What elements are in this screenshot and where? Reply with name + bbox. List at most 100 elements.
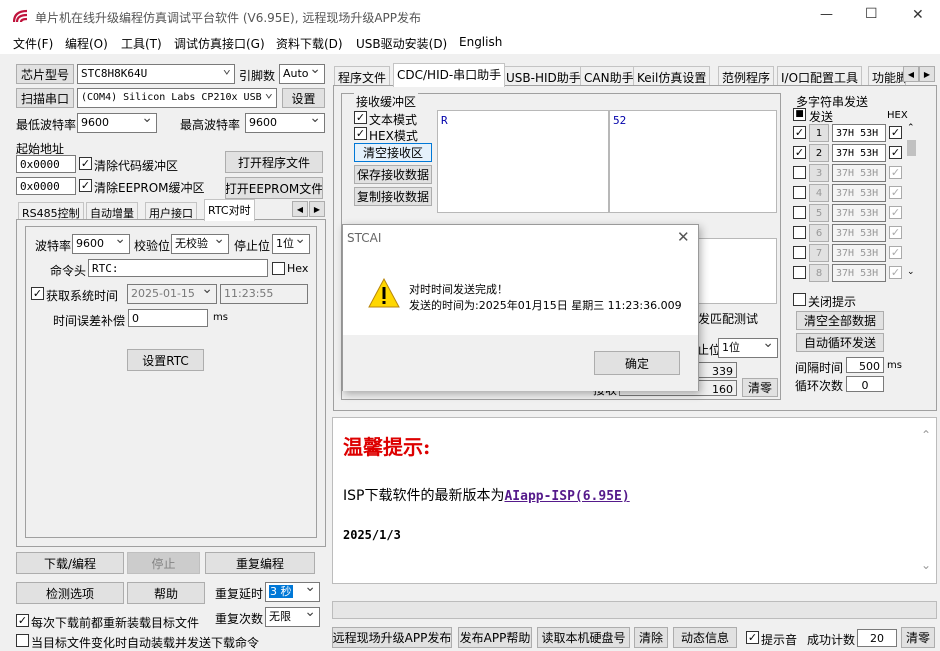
send-row-input[interactable]: 37H 53H <box>832 264 886 282</box>
send-row-hex-checkbox[interactable]: ✓ <box>889 226 902 239</box>
chip-type-button[interactable]: 芯片型号 <box>16 64 74 84</box>
detect-options-button[interactable]: 检测选项 <box>16 582 124 604</box>
multi-send-scrollbar[interactable]: ⌃ ⌄ <box>905 122 918 282</box>
send-row-input[interactable]: 37H 53H <box>832 184 886 202</box>
tab-cdc-hid-serial[interactable]: CDC/HID-串口助手 <box>393 63 506 87</box>
right-tab-scroll-left-icon[interactable]: ◀ <box>903 66 919 82</box>
send-row-input[interactable]: 37H 53H <box>832 204 886 222</box>
send-row-hex-checkbox[interactable]: ✓ <box>889 146 902 159</box>
scroll-down-icon[interactable]: ⌄ <box>907 267 915 277</box>
time-compensation-input[interactable]: 0 <box>128 309 208 327</box>
send-row-checkbox[interactable]: ✓ <box>793 146 806 159</box>
stop-bit-select[interactable]: 1位 <box>718 338 778 358</box>
close-tip-checkbox[interactable] <box>793 293 806 306</box>
repeat-program-button[interactable]: 重复编程 <box>205 552 315 574</box>
settings-button[interactable]: 设置 <box>282 88 325 108</box>
send-row-checkbox[interactable] <box>793 246 806 259</box>
send-row-input[interactable]: 37H 53H <box>832 164 886 182</box>
rtc-parity-select[interactable]: 无校验 <box>171 234 229 254</box>
send-row-button[interactable]: 2 <box>809 144 829 162</box>
max-baud-select[interactable]: 9600 <box>245 113 325 133</box>
menu-english[interactable]: English <box>459 35 502 49</box>
notice-scroll-down-icon[interactable]: ⌄ <box>921 558 931 572</box>
menu-download[interactable]: 资料下载(D) <box>276 35 343 52</box>
send-row-button[interactable]: 4 <box>809 184 829 202</box>
auto-loop-send-button[interactable]: 自动循环发送 <box>796 333 884 352</box>
send-row-button[interactable]: 7 <box>809 244 829 262</box>
tab-scroll-left-icon[interactable]: ◀ <box>292 201 308 217</box>
send-row-hex-checkbox[interactable]: ✓ <box>889 126 902 139</box>
dynamic-info-button[interactable]: 动态信息 <box>673 627 737 648</box>
clear-all-data-button[interactable]: 清空全部数据 <box>796 311 884 330</box>
code-address-input[interactable]: 0x0000 <box>16 155 76 173</box>
clear-eeprom-checkbox[interactable]: ✓ <box>79 179 92 192</box>
right-tab-scroll-right-icon[interactable]: ▶ <box>919 66 935 82</box>
reload-target-checkbox[interactable]: ✓ <box>16 614 29 627</box>
recv-text-area[interactable]: R <box>437 110 609 213</box>
send-row-input[interactable]: 37H 53H <box>832 244 886 262</box>
read-disk-button[interactable]: 读取本机硬盘号 <box>537 627 630 648</box>
send-row-button[interactable]: 6 <box>809 224 829 242</box>
send-row-checkbox[interactable] <box>793 166 806 179</box>
min-baud-select[interactable]: 9600 <box>77 113 157 133</box>
eeprom-address-input[interactable]: 0x0000 <box>16 177 76 195</box>
rtc-stop-select[interactable]: 1位 <box>272 234 310 254</box>
help-button[interactable]: 帮助 <box>127 582 205 604</box>
stop-button[interactable]: 停止 <box>127 552 200 574</box>
close-button[interactable]: ✕ <box>912 7 924 23</box>
send-row-button[interactable]: 8 <box>809 264 829 282</box>
notice-scrollbar[interactable]: ⌃ ⌄ <box>918 418 936 583</box>
maximize-button[interactable]: ☐ <box>865 6 878 22</box>
open-eeprom-button[interactable]: 打开EEPROM文件 <box>225 177 323 199</box>
auto-load-checkbox[interactable] <box>16 634 29 647</box>
download-program-button[interactable]: 下载/编程 <box>16 552 124 574</box>
send-row-checkbox[interactable] <box>793 226 806 239</box>
send-row-checkbox[interactable] <box>793 206 806 219</box>
port-select[interactable]: (COM4) Silicon Labs CP210x USB <box>77 88 277 108</box>
text-mode-checkbox[interactable]: ✓ <box>354 111 367 124</box>
menu-tools[interactable]: 工具(T) <box>121 35 162 52</box>
scan-port-button[interactable]: 扫描串口 <box>16 88 74 108</box>
repeat-delay-select[interactable]: 3 秒 <box>265 582 320 602</box>
rtc-baud-select[interactable]: 9600 <box>72 234 130 254</box>
rtc-command-input[interactable]: RTC: <box>88 259 268 277</box>
send-row-input[interactable]: 37H 53H <box>832 124 886 142</box>
notice-scroll-up-icon[interactable]: ⌃ <box>921 428 931 442</box>
send-row-hex-checkbox[interactable]: ✓ <box>889 246 902 259</box>
repeat-times-select[interactable]: 无限 <box>265 607 320 627</box>
rtc-date-picker[interactable]: 2025-01-15 <box>127 284 217 304</box>
interval-input[interactable]: 500 <box>846 357 884 373</box>
pin-count-select[interactable]: Auto <box>279 64 325 84</box>
send-row-hex-checkbox[interactable]: ✓ <box>889 206 902 219</box>
dialog-close-icon[interactable]: ✕ <box>677 228 690 246</box>
send-row-hex-checkbox[interactable]: ✓ <box>889 166 902 179</box>
notice-version-link[interactable]: AIapp-ISP(6.95E) <box>504 489 629 504</box>
rtc-time-spinner[interactable]: 11:23:55 <box>220 284 308 304</box>
loop-count-input[interactable]: 0 <box>846 376 884 392</box>
tab-rtc[interactable]: RTC对时 <box>204 199 255 221</box>
scroll-thumb[interactable] <box>907 140 916 156</box>
send-row-hex-checkbox[interactable]: ✓ <box>889 266 902 279</box>
send-row-button[interactable]: 3 <box>809 164 829 182</box>
zero-count-button[interactable]: 清零 <box>901 627 935 648</box>
beep-checkbox[interactable]: ✓ <box>746 631 759 644</box>
save-recv-button[interactable]: 保存接收数据 <box>354 165 432 184</box>
copy-recv-button[interactable]: 复制接收数据 <box>354 187 432 206</box>
remote-upgrade-button[interactable]: 远程现场升级APP发布 <box>332 627 452 648</box>
menu-file[interactable]: 文件(F) <box>13 35 53 52</box>
minimize-button[interactable]: — <box>820 7 833 22</box>
hex-mode-checkbox[interactable]: ✓ <box>354 127 367 140</box>
send-row-checkbox[interactable] <box>793 266 806 279</box>
chip-select[interactable]: STC8H8K64U <box>77 64 235 84</box>
dialog-ok-button[interactable]: 确定 <box>594 351 680 375</box>
menu-usb-driver[interactable]: USB驱动安装(D) <box>356 35 447 52</box>
tab-scroll-right-icon[interactable]: ▶ <box>309 201 325 217</box>
open-program-button[interactable]: 打开程序文件 <box>225 151 323 173</box>
send-row-input[interactable]: 37H 53H <box>832 144 886 162</box>
rtc-hex-checkbox[interactable] <box>272 262 285 275</box>
send-row-checkbox[interactable]: ✓ <box>793 126 806 139</box>
publish-help-button[interactable]: 发布APP帮助 <box>458 627 532 648</box>
send-row-checkbox[interactable] <box>793 186 806 199</box>
menu-program[interactable]: 编程(O) <box>65 35 108 52</box>
get-system-time-checkbox[interactable]: ✓ <box>31 287 44 300</box>
